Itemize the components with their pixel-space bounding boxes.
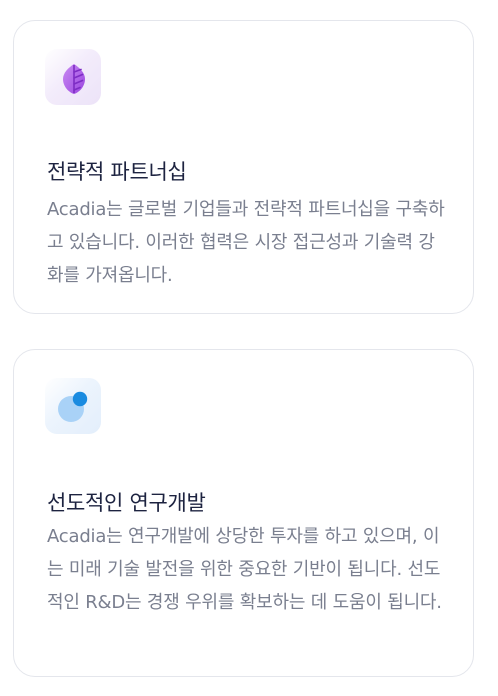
card-description: Acadia는 연구개발에 상당한 투자를 하고 있으며, 이는 미래 기술 발… xyxy=(47,526,442,613)
icon-tile xyxy=(45,378,101,434)
pie-chart-icon xyxy=(58,391,88,422)
leaf-icon xyxy=(63,64,85,94)
card-title: 전략적 파트너십 xyxy=(47,160,187,184)
card-title: 선도적인 연구개발 xyxy=(47,491,206,515)
feature-card-partnership: 전략적 파트너십 Acadia는 글로벌 기업들과 전략적 파트너십을 구축하고… xyxy=(13,20,474,314)
icon-tile xyxy=(45,49,101,105)
feature-card-rnd: 선도적인 연구개발 Acadia는 연구개발에 상당한 투자를 하고 있으며, … xyxy=(13,349,474,677)
card-description: Acadia는 글로벌 기업들과 전략적 파트너십을 구축하고 있습니다. 이러… xyxy=(47,199,445,286)
